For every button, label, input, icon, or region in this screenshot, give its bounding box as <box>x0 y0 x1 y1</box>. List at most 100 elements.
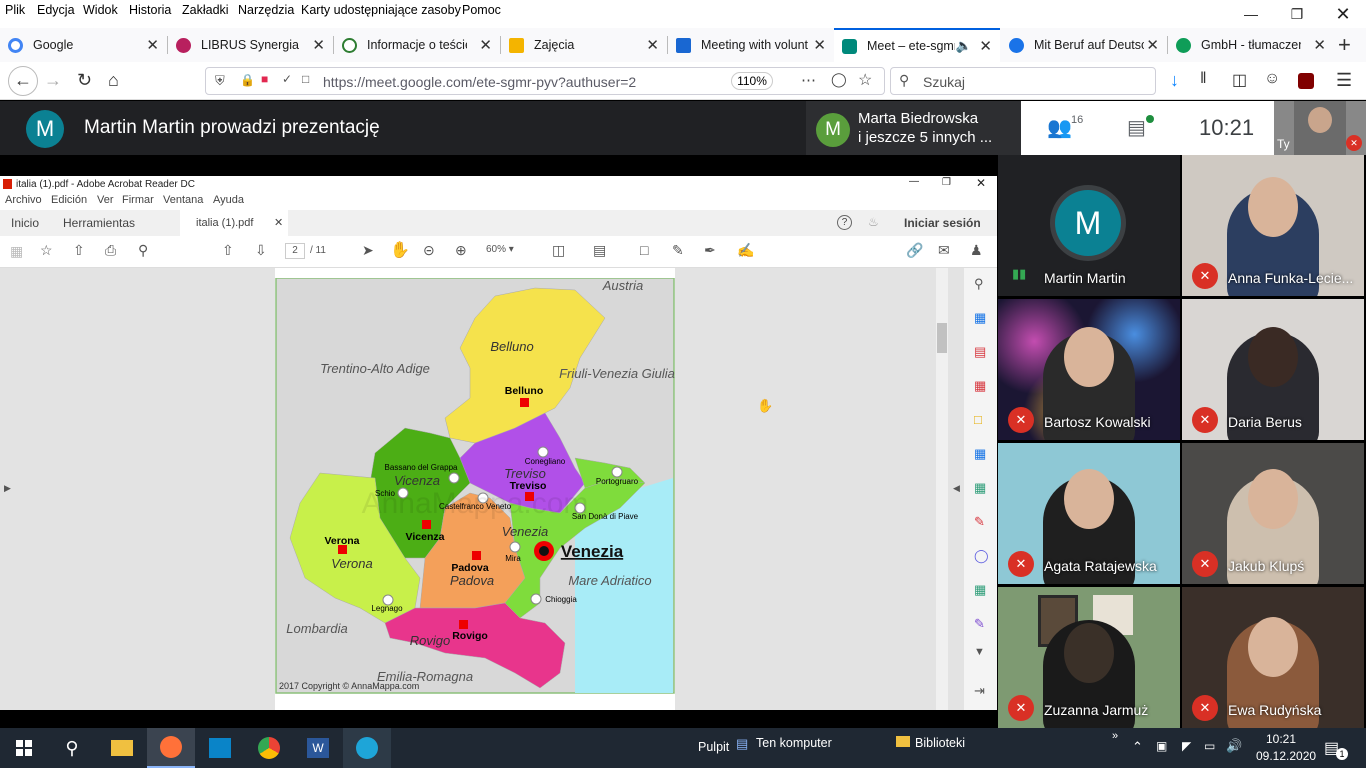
home-icon[interactable]: ⌂ <box>108 70 119 91</box>
search-taskbar-icon[interactable]: ⚲ <box>48 728 96 768</box>
close-tab-icon[interactable]: ✕ <box>813 36 826 54</box>
store-icon[interactable] <box>196 728 244 768</box>
desktop-toolbar[interactable]: Pulpit <box>698 740 729 754</box>
page-fit-icon[interactable]: ◫ <box>552 242 565 259</box>
zoom-select[interactable]: 60% ▾ <box>486 244 534 260</box>
prev-page-icon[interactable]: ⇧ <box>222 242 234 259</box>
acro-tab-herramientas[interactable]: Herramientas <box>63 216 135 230</box>
pocket-icon[interactable]: ◯ <box>831 71 847 88</box>
participant-tile[interactable]: ✕ Agata Ratajewska <box>998 443 1180 584</box>
page-number-input[interactable]: 2 <box>285 243 305 259</box>
mic-permission-icon[interactable]: ✓ <box>282 72 292 86</box>
wifi-icon[interactable]: ◤ <box>1182 739 1191 753</box>
tab-mit-beruf[interactable]: Mit Beruf auf Deutsc ✕ <box>1001 28 1167 62</box>
tab-librus[interactable]: LIBRUS Synergia ✕ <box>168 28 333 62</box>
stamp-icon[interactable]: ✍ <box>737 242 754 259</box>
sign-icon[interactable]: ✒ <box>704 242 716 259</box>
url-bar[interactable]: ⛨ 🔒 ■ ✓ □ https://meet.google.com/ete-sg… <box>205 67 885 95</box>
close-tab-icon[interactable]: ✕ <box>646 36 659 54</box>
menu-zakladki[interactable]: Zakładki <box>182 3 229 17</box>
right-panel-toggle-icon[interactable]: ◀ <box>953 483 960 494</box>
menu-karty[interactable]: Karty udostępniające zasoby <box>301 3 461 17</box>
volume-icon[interactable]: 🔊 <box>1226 738 1242 754</box>
acro-menu-ayuda[interactable]: Ayuda <box>213 194 244 206</box>
send-sign-icon[interactable]: ✎ <box>974 616 985 632</box>
organize-icon[interactable]: ▤ <box>974 344 986 360</box>
zoom-level[interactable]: 110% <box>731 72 773 90</box>
bookmark-star-icon[interactable]: ☆ <box>858 70 872 90</box>
scrollbar-thumb[interactable] <box>937 323 947 353</box>
acro-menu-ver[interactable]: Ver <box>97 194 114 206</box>
ublock-icon[interactable] <box>1298 73 1314 89</box>
acro-menu-archivo[interactable]: Archivo <box>5 194 42 206</box>
select-cursor-icon[interactable]: ➤ <box>362 242 374 259</box>
star-icon[interactable]: ☆ <box>40 242 53 259</box>
search-tool-icon[interactable]: ⚲ <box>974 276 984 292</box>
menu-edycja[interactable]: Edycja <box>37 3 75 17</box>
firefox-taskbar-icon[interactable] <box>147 728 195 768</box>
reload-icon[interactable]: ↻ <box>77 70 92 91</box>
tray-expand-icon[interactable]: ⌃ <box>1132 739 1143 755</box>
bell-icon[interactable]: ♨ <box>868 215 879 229</box>
self-video-tile[interactable]: Ty ✕ <box>1274 101 1366 155</box>
restore-icon[interactable]: ❐ <box>1274 0 1320 28</box>
acro-close-icon[interactable]: ✕ <box>976 176 986 190</box>
chat-icon[interactable]: ▤ <box>1127 115 1146 140</box>
menu-historia[interactable]: Historia <box>129 3 171 17</box>
close-tab-icon[interactable]: ✕ <box>312 36 325 54</box>
lock-icon[interactable]: 🔒 <box>240 73 255 87</box>
close-tab-icon[interactable]: ✕ <box>479 36 492 54</box>
account-icon[interactable]: ☺ <box>1264 70 1280 88</box>
upload-icon[interactable]: ⇧ <box>73 242 85 259</box>
close-doc-icon[interactable]: ✕ <box>274 216 283 229</box>
back-icon[interactable]: ← <box>8 66 38 96</box>
forward-icon[interactable]: → <box>44 70 62 91</box>
enhance-icon[interactable]: ▦ <box>974 582 986 598</box>
acro-tab-document[interactable]: italia (1).pdf ✕ <box>180 210 288 236</box>
zoom-search-icon[interactable]: ⚲ <box>138 242 148 259</box>
participant-tile[interactable]: ✕ Ewa Rudyńska <box>1182 587 1364 728</box>
tray-date[interactable]: 09.12.2020 <box>1256 749 1316 763</box>
print-icon[interactable]: ⎙ <box>105 242 116 259</box>
menu-plik[interactable]: Plik <box>5 3 25 17</box>
other-participants-card[interactable]: M Marta Biedrowska i jeszcze 5 innych ..… <box>806 101 1021 155</box>
search-field[interactable]: ⚲ Szukaj <box>890 67 1156 95</box>
left-panel-toggle-icon[interactable]: ▶ <box>4 483 11 494</box>
page-actions-icon[interactable]: ⋯ <box>801 71 816 89</box>
menu-pomoc[interactable]: Pomoc <box>462 3 501 17</box>
toolbar-overflow-icon[interactable]: » <box>1112 730 1118 742</box>
link-icon[interactable]: 🔗 <box>906 242 923 259</box>
tray-device-icon[interactable]: ▣ <box>1156 739 1167 753</box>
downloads-icon[interactable]: ↓ <box>1170 70 1179 91</box>
participant-tile[interactable]: ✕ Jakub Klupś <box>1182 443 1364 584</box>
participant-tile[interactable]: ✕ Anna Funka-Lecie... <box>1182 155 1364 296</box>
edit-pdf-icon[interactable]: ▦ <box>974 480 986 496</box>
tab-google[interactable]: Google ✕ <box>0 28 167 62</box>
help-icon[interactable]: ? <box>837 215 852 230</box>
highlight-pen-icon[interactable]: ✎ <box>672 242 684 259</box>
url-text[interactable]: https://meet.google.com/ete-sgmr-pyv?aut… <box>323 74 636 90</box>
collapse-pane-icon[interactable]: ⇥ <box>974 683 985 699</box>
document-viewport[interactable]: ▶ Austria Trentino-Alto Adige Friuli-Ven… <box>0 268 997 710</box>
speaker-icon[interactable]: 🔈 <box>956 38 972 54</box>
chrome-icon[interactable] <box>245 728 293 768</box>
export-pdf-icon[interactable]: ▦ <box>974 310 986 326</box>
camera-icon[interactable]: ■ <box>261 72 268 86</box>
zoom-in-icon[interactable]: ⊕ <box>455 242 467 259</box>
signin-button[interactable]: Iniciar sesión <box>904 216 981 230</box>
minimize-icon[interactable]: — <box>1228 0 1274 28</box>
battery-icon[interactable]: ▭ <box>1204 739 1215 753</box>
close-window-icon[interactable]: ✕ <box>1320 0 1366 28</box>
acro-menu-edicion[interactable]: Edición <box>51 194 87 206</box>
edge-icon[interactable] <box>343 728 391 768</box>
hand-tool-icon[interactable]: ✋ <box>390 240 410 260</box>
add-user-icon[interactable]: ♟ <box>970 242 983 259</box>
tab-meet-active[interactable]: Meet – ete-sgmr 🔈 ✕ <box>834 28 1000 62</box>
acro-menu-firmar[interactable]: Firmar <box>122 194 154 206</box>
word-icon[interactable]: W <box>294 728 342 768</box>
shield-icon[interactable]: ⛨ <box>215 73 225 89</box>
comment-icon[interactable]: □ <box>640 242 648 258</box>
comment-tool-icon[interactable]: □ <box>974 412 982 427</box>
zoom-out-icon[interactable]: ⊝ <box>423 242 435 259</box>
new-tab-icon[interactable]: + <box>1338 32 1351 58</box>
